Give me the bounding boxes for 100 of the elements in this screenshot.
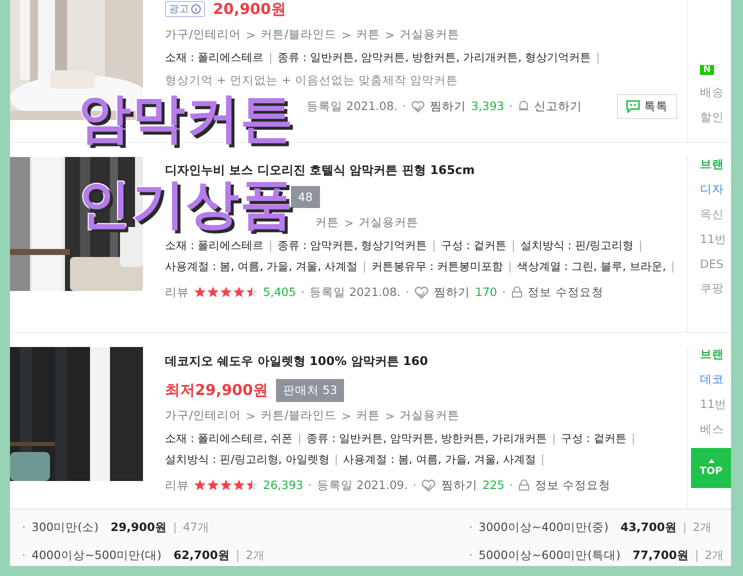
size-count: 47개 bbox=[182, 518, 210, 536]
price: 20,900원 bbox=[213, 0, 286, 18]
store-text: 쿠팡 bbox=[700, 281, 725, 296]
spec-text: 커튼봉유무 : 커튼봉미포함 bbox=[371, 259, 504, 274]
wish-count: 170 bbox=[475, 285, 498, 299]
store-text: 할인 bbox=[700, 110, 725, 125]
registration-date: 등록일 2021.08. bbox=[306, 98, 398, 114]
separator: | bbox=[671, 260, 675, 273]
wish-label[interactable]: 찜하기 bbox=[430, 98, 466, 114]
separator: · bbox=[509, 99, 513, 113]
size-label[interactable]: 300미만(소) bbox=[32, 518, 99, 536]
separator: · bbox=[405, 285, 410, 299]
separator: | bbox=[334, 453, 338, 466]
size-price: 77,700원 bbox=[632, 547, 689, 564]
store-text: 베스 bbox=[700, 422, 725, 437]
store-text: 11번 bbox=[700, 397, 728, 412]
product-title[interactable]: 데코지오 쉐도우 아일렛형 100% 암막커튼 160 bbox=[165, 353, 677, 377]
breadcrumb-separator: > bbox=[246, 28, 256, 42]
separator: | bbox=[432, 239, 436, 252]
breadcrumb-link[interactable]: 거실용커튼 bbox=[400, 408, 460, 423]
registration-date: 등록일 2021.08. bbox=[310, 284, 400, 300]
spec-text: 구성 : 겉커튼 bbox=[560, 431, 627, 446]
breadcrumb-link[interactable]: 커튼 bbox=[315, 215, 339, 230]
wish-label[interactable]: 찜하기 bbox=[434, 284, 470, 300]
action-link[interactable]: 신고하기 bbox=[534, 98, 582, 114]
breadcrumb-separator: > bbox=[344, 216, 354, 230]
brand-label: 브랜 bbox=[700, 157, 725, 172]
breadcrumb-separator: > bbox=[385, 28, 395, 42]
separator: | bbox=[236, 547, 240, 564]
separator: | bbox=[512, 239, 516, 252]
review-count[interactable]: 5,405 bbox=[263, 285, 296, 299]
breadcrumb-link[interactable]: 가구/인테리어 bbox=[165, 27, 241, 42]
overlay-title: 암막커튼 bbox=[78, 92, 294, 146]
separator: | bbox=[268, 239, 272, 252]
separator: | bbox=[298, 432, 302, 445]
spec-text: 설치방식 : 핀/링고리형, 아일렛형 bbox=[165, 452, 330, 467]
action-link[interactable]: 정보 수정요청 bbox=[528, 284, 604, 300]
breadcrumb-link[interactable]: 거실용커튼 bbox=[400, 27, 460, 42]
store-text: 11번 bbox=[700, 232, 728, 247]
separator: · bbox=[308, 478, 312, 492]
store-link[interactable]: 데코 bbox=[700, 372, 731, 387]
store-text: 배송 bbox=[700, 85, 725, 100]
separator: | bbox=[552, 432, 556, 445]
size-label[interactable]: 3000이상~400미만(중) bbox=[478, 518, 608, 536]
brand-label: 브랜 bbox=[700, 347, 725, 362]
size-label[interactable]: 4000이상~500미만(대) bbox=[32, 547, 162, 564]
breadcrumb-link[interactable]: 커튼/블라인드 bbox=[260, 408, 336, 423]
breadcrumb-separator: > bbox=[385, 408, 395, 422]
spec-text: 구성 : 겉커튼 bbox=[440, 238, 507, 253]
size-price: 43,700원 bbox=[620, 518, 677, 536]
separator: | bbox=[694, 547, 699, 564]
size-label[interactable]: 5000이상~600미만(특대) bbox=[478, 547, 620, 564]
action-link[interactable]: 정보 수정요청 bbox=[535, 478, 611, 492]
spec-text: 색상계열 : 그린, 블루, 브라운, bbox=[516, 259, 666, 274]
size-count: 2개 bbox=[704, 547, 724, 564]
separator: | bbox=[362, 260, 366, 273]
store-text: 옥신 bbox=[700, 207, 725, 222]
spec-text: 종류 : 일반커튼, 암막커튼, 방한커튼, 가리개커튼, 형상기억커튼 bbox=[277, 50, 592, 65]
spec-text: 종류 : 일반커튼, 암막커튼, 방한커튼, 가리개커튼 bbox=[306, 431, 548, 446]
separator: · bbox=[509, 478, 514, 492]
breadcrumb-link[interactable]: 커튼 bbox=[356, 27, 380, 42]
talk-button[interactable]: 톡톡 bbox=[617, 94, 677, 118]
breadcrumb-link[interactable]: 거실용커튼 bbox=[358, 215, 419, 230]
spec-text: 사용계절 : 봄, 여름, 가을, 겨울, 사계절 bbox=[165, 259, 358, 274]
registration-date: 등록일 2021.09. bbox=[316, 478, 408, 492]
breadcrumb-link[interactable]: 커튼/블라인드 bbox=[260, 27, 336, 42]
separator: · bbox=[300, 285, 305, 299]
spec-text: 사용계절 : 봄, 여름, 가을, 겨울, 사계절 bbox=[343, 452, 536, 467]
bullet: · bbox=[469, 518, 473, 536]
spec-text: 소재 : 폴리에스테르, 쉬폰 bbox=[165, 431, 293, 446]
product-description: 형상기억 + 먼지없는 + 이음선없는 맞춤제작 암막커튼 bbox=[165, 72, 460, 89]
seller-count-badge[interactable]: 48 bbox=[291, 186, 320, 208]
top-button[interactable]: TOP bbox=[691, 448, 731, 488]
separator: · bbox=[412, 478, 416, 492]
wish-count: 3,393 bbox=[471, 99, 504, 113]
separator: | bbox=[632, 432, 636, 445]
store-link[interactable]: 디자 bbox=[700, 182, 731, 197]
store-text: DES bbox=[700, 257, 724, 271]
bullet: · bbox=[22, 547, 26, 564]
review-label: 리뷰 bbox=[165, 284, 189, 300]
separator: · bbox=[402, 99, 406, 113]
seller-count-badge[interactable]: 판매처 53 bbox=[276, 378, 344, 402]
spec-text: 소재 : 폴리에스테르 bbox=[165, 238, 264, 253]
price: 최저29,900원 bbox=[165, 380, 268, 400]
breadcrumb-link[interactable]: 가구/인테리어 bbox=[165, 408, 241, 423]
separator: · bbox=[502, 285, 506, 299]
ad-badge: 광고 bbox=[165, 1, 205, 17]
separator: | bbox=[540, 453, 545, 466]
separator: | bbox=[508, 260, 512, 273]
breadcrumb-separator: > bbox=[341, 408, 352, 422]
wish-label[interactable]: 찜하기 bbox=[441, 478, 478, 492]
separator: | bbox=[596, 51, 600, 64]
npay-badge: N bbox=[700, 65, 714, 75]
review-label: 리뷰 bbox=[165, 478, 189, 492]
spec-text: 소재 : 폴리에스테르 bbox=[165, 50, 264, 65]
size-count: 2개 bbox=[246, 547, 266, 564]
spec-text: 설치방식 : 핀/링고리형 bbox=[520, 238, 634, 253]
review-count[interactable]: 26,393 bbox=[263, 478, 304, 492]
breadcrumb-link[interactable]: 커튼 bbox=[356, 408, 380, 423]
separator: | bbox=[638, 239, 642, 252]
